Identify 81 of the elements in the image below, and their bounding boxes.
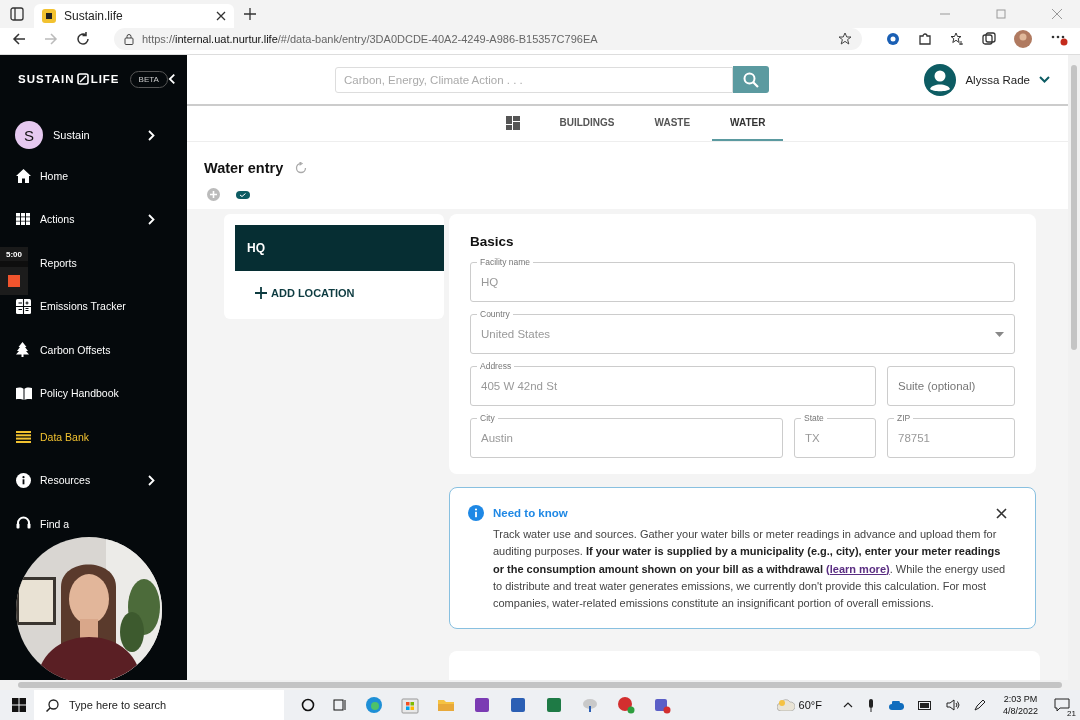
browser-icon[interactable] [365, 696, 383, 714]
user-menu[interactable]: Alyssa Rade [924, 63, 1050, 96]
search-icon [46, 698, 59, 712]
learn-more-link[interactable]: (learn more) [826, 562, 890, 575]
close-icon[interactable] [216, 11, 226, 21]
dropdown-caret-icon [995, 331, 1004, 337]
lock-icon [124, 33, 134, 45]
add-location-button[interactable]: ADD LOCATION [255, 287, 355, 299]
logo: SUSTAIN LIFE [18, 73, 120, 85]
pen-icon[interactable] [973, 699, 986, 711]
extension-icon[interactable] [886, 32, 900, 46]
profile-item[interactable]: S Sustain [0, 121, 187, 149]
cortana-circle-icon[interactable] [301, 698, 315, 712]
calculator-icon [16, 298, 31, 314]
search-icon [743, 71, 759, 88]
tab[interactable]: BUILDINGS [541, 106, 633, 141]
cloud-icon [776, 699, 795, 711]
notice-title: Need to know [493, 507, 568, 519]
location-item[interactable]: HQ [235, 225, 444, 271]
list-icon [16, 430, 31, 443]
favorites-icon[interactable] [950, 32, 964, 46]
chevron-right-icon [148, 129, 155, 141]
recording-timer: 5:00 [0, 247, 28, 261]
plus-icon [255, 287, 267, 299]
back-icon[interactable] [12, 32, 26, 46]
scrollbar[interactable] [0, 680, 1080, 690]
weather-temperature[interactable]: 60°F [798, 699, 822, 711]
battery-icon[interactable] [917, 700, 932, 710]
browser-tab[interactable]: Sustain.life [34, 4, 234, 28]
search-button[interactable] [733, 66, 769, 93]
app-icon[interactable] [509, 696, 527, 714]
headset-icon [16, 516, 31, 532]
new-tab-icon[interactable] [244, 8, 256, 20]
stop-icon [8, 275, 20, 287]
avatar-icon [924, 63, 957, 96]
collections-icon[interactable] [982, 32, 996, 46]
info-icon [468, 505, 484, 521]
notice-text: Track water use and sources. Gather your water bills or meter readings in advance and upload them for auditing purposes. If your water is supplied by a municipality (e.g., city), enter your meter readings or the consumption amount shown on your bill as a withdrawal (learn more). While the energy used to distribute and treat water generates emissions, we currently don't provide this calculation. For most companies, water-related emissions constitute an insignificant portion of overall emissions. [493, 527, 1007, 612]
microphone-icon[interactable] [866, 698, 875, 712]
app-icon[interactable] [545, 696, 563, 714]
dashboard-icon [505, 115, 520, 130]
section-title: Basics [470, 234, 515, 249]
nav-item[interactable]: Find a [0, 502, 187, 546]
speaker-icon[interactable] [945, 699, 960, 711]
tree-icon [16, 342, 29, 358]
profile-avatar-icon[interactable] [1014, 30, 1032, 48]
nav-item[interactable]: Policy Handbook [0, 371, 187, 415]
chevron-up-icon[interactable] [842, 702, 853, 708]
app-icon[interactable] [653, 696, 671, 714]
stop-button[interactable] [0, 267, 28, 295]
cloud-sync-icon[interactable] [888, 700, 904, 710]
windows-start-icon[interactable] [12, 698, 26, 712]
collapse-icon[interactable] [167, 73, 175, 85]
refresh-icon[interactable] [76, 32, 90, 46]
app-icon[interactable] [473, 696, 491, 714]
taskbar-search-field[interactable]: Type here to search [34, 690, 284, 720]
info-icon [16, 472, 31, 488]
text-field[interactable]: Suite (optional) [887, 366, 1015, 406]
nav-item[interactable]: Resources [0, 458, 187, 502]
task-view-icon[interactable] [333, 698, 347, 712]
tab[interactable]: WASTE [636, 106, 709, 141]
nav-item[interactable]: Data Bank [0, 415, 187, 459]
chevron-down-icon [1039, 76, 1050, 83]
app-icon[interactable] [581, 696, 599, 714]
store-icon[interactable] [401, 696, 419, 714]
app-icon[interactable] [617, 696, 635, 714]
home-icon [16, 168, 31, 183]
clock[interactable]: 2:03 PM 4/8/2022 [1002, 693, 1038, 717]
star-icon[interactable] [838, 32, 852, 46]
site-favicon-icon [42, 9, 56, 23]
nav-item[interactable]: Emissions Tracker [0, 284, 187, 328]
book-icon [16, 386, 32, 400]
nav-item[interactable]: Actions [0, 197, 187, 241]
nav-item[interactable]: Home [0, 154, 187, 198]
address-bar[interactable]: https://internal.uat.nurtur.life/#/data-bank/entry/3DA0DCDE-40A2-4249-A986-B15357C796EA [114, 28, 862, 50]
tab-actions-icon[interactable] [10, 7, 24, 21]
close-icon[interactable] [996, 507, 1007, 519]
nav-item[interactable]: Carbon Offsets [0, 328, 187, 372]
page-title: Water entry [204, 160, 284, 176]
grid-icon [16, 213, 30, 226]
toggle-icon[interactable] [236, 190, 250, 199]
